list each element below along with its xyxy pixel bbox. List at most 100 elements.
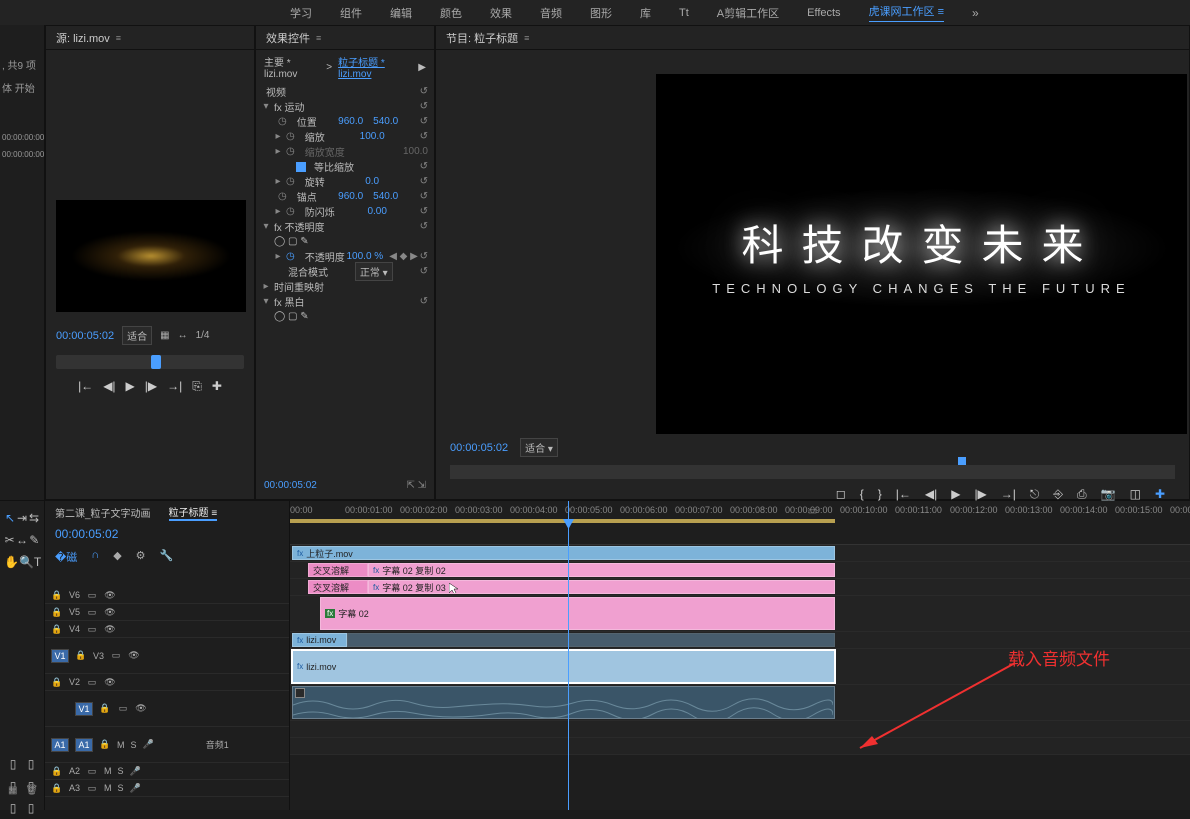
effect-tab[interactable]: 效果控件 [266,30,310,46]
menu-effects[interactable]: 效果 [490,5,512,21]
scale-v[interactable]: 100.0 [360,131,385,142]
eff-motion[interactable]: fx 运动 [270,99,305,114]
pos-x[interactable]: 960.0 [338,116,363,127]
prog-settings-icon[interactable]: ✚ [1155,487,1165,502]
reset-rot-icon[interactable]: ↺ [420,176,428,187]
program-tab[interactable]: 节目: 粒子标题 [446,30,518,46]
prog-play-icon[interactable]: ▶ [951,487,960,502]
tl-e-icon[interactable]: ▯ [10,801,17,815]
eff-zoom-icon[interactable]: ⇱ ⇲ [406,480,426,491]
eff-crumb-sequence[interactable]: 粒子标题 * lizi.mov [338,54,412,80]
mark-out-icon[interactable]: →| [167,379,182,394]
program-fit-dropdown[interactable]: 适合 ▾ [520,438,558,457]
prog-goto-in-icon[interactable]: |← [896,487,911,502]
menu-learn[interactable]: 学习 [290,5,312,21]
effect-tab-menu-icon[interactable]: ≡ [316,33,321,43]
pen-tool-icon[interactable]: ✎ [29,533,39,547]
v4-label[interactable]: V4 [69,624,80,634]
insert-icon[interactable]: ⎘ [192,379,202,394]
reset-flicker-icon[interactable]: ↺ [420,206,428,217]
clip-v6[interactable]: fx上粒子.mov [292,546,835,560]
track-v6[interactable]: fx上粒子.mov [290,545,1190,562]
eff-bw[interactable]: fx 黑白 [270,294,305,309]
menu-a-workspace[interactable]: A剪辑工作区 [717,5,779,21]
pos-y[interactable]: 540.0 [373,116,398,127]
ripple-tool-icon[interactable]: ⇆ [29,511,39,525]
menu-color[interactable]: 颜色 [440,5,462,21]
prog-goto-out-icon[interactable]: →| [1001,487,1016,502]
prog-in-icon[interactable]: { [860,487,864,502]
mask-pen-icon[interactable]: ✎ [300,236,308,247]
clip-v5[interactable]: fx字幕 02 复制 02 [368,563,835,577]
track-v4[interactable]: 交叉溶解 fx字幕 02 复制 03 [290,579,1190,596]
clip-v3[interactable]: fx字幕 02 [320,597,835,630]
step-back-icon[interactable]: ◀| [103,379,115,394]
prog-lift-icon[interactable]: ⎋ [1030,487,1040,502]
prog-step-back-icon[interactable]: ◀| [925,487,937,502]
opacity-v[interactable]: 100.0 % [347,251,384,262]
menu-graphics[interactable]: 图形 [590,5,612,21]
menu-audio[interactable]: 音频 [540,5,562,21]
program-scrubber[interactable] [450,465,1175,479]
prog-out-icon[interactable]: } [878,487,882,502]
v3-lock-icon[interactable]: 🔒 [75,650,87,661]
program-preview[interactable]: 科技改变未来 TECHNOLOGY CHANGES THE FUTURE [656,74,1187,434]
clip-v5-transition[interactable]: 交叉溶解 [308,563,368,577]
reset-uniform-icon[interactable]: ↺ [420,161,428,172]
mask-rect2-icon[interactable]: ▢ [288,311,297,322]
clip-v4[interactable]: fx字幕 02 复制 03 [368,580,835,594]
v5-label[interactable]: V5 [69,607,80,617]
clip-v1-selected[interactable]: fxlizi.mov [292,650,835,683]
razor-tool-icon[interactable]: ✂ [5,533,15,547]
tl-b-icon[interactable]: ▯ [28,757,35,771]
tl-wrench-icon[interactable]: 🔧 [160,549,174,565]
anchor-y[interactable]: 540.0 [373,191,398,202]
prog-export-icon[interactable]: ⎙ [1077,487,1087,502]
menu-tt[interactable]: Tt [679,7,689,19]
v4-lock-icon[interactable]: 🔒 [51,624,63,635]
prog-marker-icon[interactable]: ◻ [836,487,846,502]
program-tab-menu-icon[interactable]: ≡ [524,33,529,43]
mask-pen2-icon[interactable]: ✎ [300,311,308,322]
source-out-icon[interactable]: ↔ [178,330,188,341]
v3-label[interactable]: V3 [93,651,104,661]
source-timecode[interactable]: 00:00:05:02 [56,330,114,342]
project-view-icon[interactable]: ▦ [8,785,17,796]
playhead[interactable] [568,501,569,810]
timeline-timecode[interactable]: 00:00:05:02 [45,523,289,545]
tl-link-icon[interactable]: ∩ [91,549,99,565]
reset-motion-icon[interactable]: ↺ [420,101,428,112]
program-timecode[interactable]: 00:00:05:02 [450,442,508,454]
menu-overflow-icon[interactable]: » [972,6,979,20]
type-tool-icon[interactable]: T [34,555,41,569]
mask-rect-icon[interactable]: ▢ [288,236,297,247]
v2-label[interactable]: V2 [69,677,80,687]
reset-opacity-fx-icon[interactable]: ↺ [420,221,428,232]
v2-lock-icon[interactable]: 🔒 [51,677,63,688]
hand-tool-icon[interactable]: ✋ [4,555,19,569]
a1-target-toggle[interactable]: A1 [75,738,93,752]
mark-in-icon[interactable]: |← [78,379,93,394]
uniform-checkbox[interactable] [296,162,306,172]
step-fwd-icon[interactable]: |▶ [145,379,157,394]
reset-pos-icon[interactable]: ↺ [420,116,428,127]
reset-opacity-icon[interactable]: ↺ [420,251,428,262]
tl-snap-icon[interactable]: �磁 [55,549,77,565]
prog-extract-icon[interactable]: ⎆ [1053,487,1063,502]
stopwatch-flicker-icon[interactable]: ◷ [286,206,295,217]
tl-a-icon[interactable]: ▯ [10,757,17,771]
antiflicker-v[interactable]: 0.00 [367,206,386,217]
track-select-icon[interactable]: ⇥ [17,511,27,525]
track-a1[interactable] [290,685,1190,721]
menu-library[interactable]: 库 [640,5,651,21]
anchor-x[interactable]: 960.0 [338,191,363,202]
track-a2[interactable] [290,721,1190,738]
clip-v2[interactable]: fxlizi.mov [292,633,347,647]
stopwatch-scale-icon[interactable]: ◷ [286,131,295,142]
reset-blend-icon[interactable]: ↺ [420,266,428,277]
track-v3[interactable]: fx字幕 02 [290,596,1190,632]
stopwatch-position-icon[interactable]: ◷ [278,116,287,127]
source-fit-dropdown[interactable]: 适合 [122,326,152,345]
play-icon[interactable]: ▶ [126,379,135,394]
slip-tool-icon[interactable]: ↔ [16,533,28,547]
